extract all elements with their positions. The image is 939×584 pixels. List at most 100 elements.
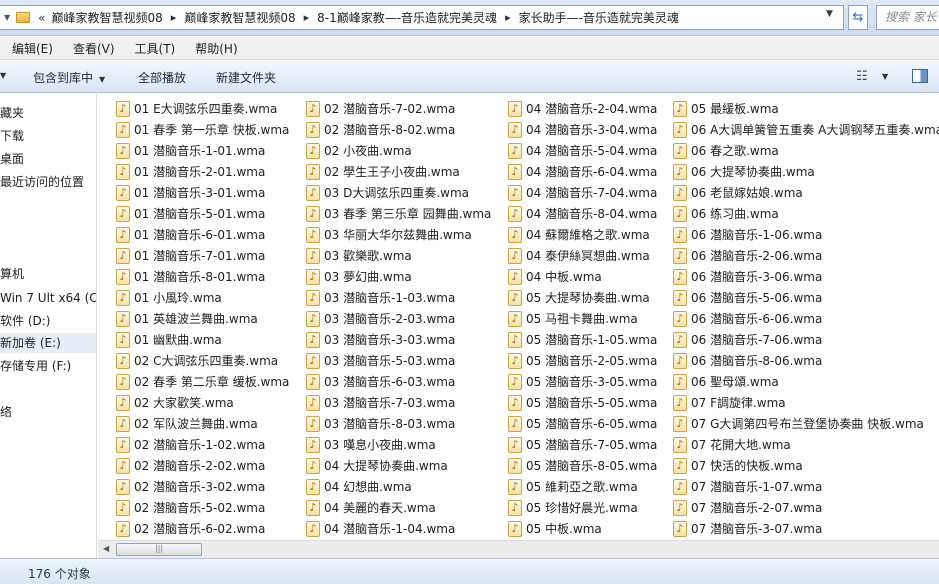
file-item[interactable]: ♪ 01 潜脑音乐-6-01.wma	[116, 224, 289, 245]
preview-pane-icon[interactable]	[912, 69, 928, 83]
horizontal-scrollbar[interactable]: ◀ |||	[98, 540, 939, 558]
file-item[interactable]: ♪ 06 练习曲.wma	[673, 203, 939, 224]
scroll-left-icon[interactable]: ◀	[103, 544, 109, 553]
nav-drive-d[interactable]: 软件 (D:)	[0, 311, 50, 331]
file-item[interactable]: ♪ 02 小夜曲.wma	[306, 140, 491, 161]
include-in-library-button[interactable]: 包含到库中 ▼	[33, 69, 105, 86]
file-item[interactable]: ♪ 07 花開大地.wma	[673, 434, 939, 455]
file-item[interactable]: ♪ 06 潜脑音乐-7-06.wma	[673, 329, 939, 350]
nav-drive-e[interactable]: 新加卷 (E:)	[0, 333, 96, 353]
nav-network[interactable]: 络	[0, 402, 12, 422]
file-item[interactable]: ♪ 03 潜脑音乐-1-03.wma	[306, 287, 491, 308]
file-item[interactable]: ♪ 03 夢幻曲.wma	[306, 266, 491, 287]
file-item[interactable]: ♪ 06 老鼠嫁姑娘.wma	[673, 182, 939, 203]
file-item[interactable]: ♪ 03 华丽大华尔兹舞曲.wma	[306, 224, 491, 245]
file-item[interactable]: ♪ 06 春之歌.wma	[673, 140, 939, 161]
file-item[interactable]: ♪ 04 潜脑音乐-8-04.wma	[508, 203, 657, 224]
file-item[interactable]: ♪ 06 潜脑音乐-1-06.wma	[673, 224, 939, 245]
file-item[interactable]: ♪ 02 潜脑音乐-3-02.wma	[116, 476, 289, 497]
views-dropdown-icon[interactable]: ▼	[882, 72, 888, 81]
file-item[interactable]: ♪ 07 G大调第四号布兰登堡协奏曲 快板.wma	[673, 413, 939, 434]
file-item[interactable]: ♪ 05 潜脑音乐-8-05.wma	[508, 455, 657, 476]
file-item[interactable]: ♪ 04 美麗的春天.wma	[306, 497, 491, 518]
file-item[interactable]: ♪ 04 潜脑音乐-3-04.wma	[508, 119, 657, 140]
breadcrumb-separator-icon[interactable]: ▸	[296, 11, 318, 24]
file-item[interactable]: ♪ 02 潜脑音乐-2-02.wma	[116, 455, 289, 476]
file-item[interactable]: ♪ 02 C大调弦乐四重奏.wma	[116, 350, 289, 371]
file-item[interactable]: ♪ 01 E大调弦乐四重奏.wma	[116, 98, 289, 119]
file-item[interactable]: ♪ 06 大提琴协奏曲.wma	[673, 161, 939, 182]
file-item[interactable]: ♪ 02 學生王子小夜曲.wma	[306, 161, 491, 182]
file-item[interactable]: ♪ 03 D大调弦乐四重奏.wma	[306, 182, 491, 203]
file-item[interactable]: ♪ 05 潜脑音乐-3-05.wma	[508, 371, 657, 392]
file-item[interactable]: ♪ 04 潜脑音乐-5-04.wma	[508, 140, 657, 161]
breadcrumb-separator-icon[interactable]: ▸	[163, 11, 185, 24]
file-item[interactable]: ♪ 04 潜脑音乐-6-04.wma	[508, 161, 657, 182]
new-folder-button[interactable]: 新建文件夹	[216, 69, 276, 86]
file-item[interactable]: ♪ 06 聖母頌.wma	[673, 371, 939, 392]
menu-view[interactable]: 查看(V)	[61, 40, 123, 57]
file-item[interactable]: ♪ 03 潜脑音乐-7-03.wma	[306, 392, 491, 413]
nav-computer[interactable]: 算机	[0, 264, 24, 284]
file-item[interactable]: ♪ 05 最緩板.wma	[673, 98, 939, 119]
file-item[interactable]: ♪ 04 大提琴协奏曲.wma	[306, 455, 491, 476]
breadcrumb-separator-icon[interactable]: ▸	[497, 11, 519, 24]
file-item[interactable]: ♪ 06 潜脑音乐-3-06.wma	[673, 266, 939, 287]
file-item[interactable]: ♪ 01 春季 第一乐章 快板.wma	[116, 119, 289, 140]
file-item[interactable]: ♪ 06 潜脑音乐-8-06.wma	[673, 350, 939, 371]
file-item[interactable]: ♪ 07 F調旋律.wma	[673, 392, 939, 413]
file-item[interactable]: ♪ 05 潜脑音乐-1-05.wma	[508, 329, 657, 350]
file-item[interactable]: ♪ 04 潜脑音乐-1-04.wma	[306, 518, 491, 539]
file-item[interactable]: ♪ 05 維莉亞之歌.wma	[508, 476, 657, 497]
menu-help[interactable]: 帮助(H)	[183, 40, 245, 57]
file-item[interactable]: ♪ 04 潜脑音乐-2-04.wma	[508, 98, 657, 119]
file-item[interactable]: ♪ 02 潜脑音乐-1-02.wma	[116, 434, 289, 455]
menu-edit[interactable]: 编辑(E)	[0, 40, 61, 57]
file-item[interactable]: ♪ 02 军队波兰舞曲.wma	[116, 413, 289, 434]
file-item[interactable]: ♪ 01 幽默曲.wma	[116, 329, 289, 350]
breadcrumb-item[interactable]: 巅峰家教智慧视频08	[184, 9, 295, 26]
file-item[interactable]: ♪ 06 A大调单簧管五重奏 A大调钢琴五重奏.wma	[673, 119, 939, 140]
file-item[interactable]: ♪ 04 潜脑音乐-7-04.wma	[508, 182, 657, 203]
file-item[interactable]: ♪ 07 潜脑音乐-3-07.wma	[673, 518, 939, 539]
file-item[interactable]: ♪ 05 潜脑音乐-5-05.wma	[508, 392, 657, 413]
file-item[interactable]: ♪ 01 小風玲.wma	[116, 287, 289, 308]
file-item[interactable]: ♪ 02 春季 第二乐章 缓板.wma	[116, 371, 289, 392]
file-item[interactable]: ♪ 03 潜脑音乐-6-03.wma	[306, 371, 491, 392]
file-item[interactable]: ♪ 05 大提琴协奏曲.wma	[508, 287, 657, 308]
file-item[interactable]: ♪ 05 潜脑音乐-7-05.wma	[508, 434, 657, 455]
file-item[interactable]: ♪ 05 珍惜好晨光.wma	[508, 497, 657, 518]
organize-caret-icon[interactable]: ▼	[0, 71, 6, 80]
views-icon[interactable]: ☷	[856, 69, 868, 84]
file-item[interactable]: ♪ 01 潜脑音乐-1-01.wma	[116, 140, 289, 161]
scrollbar-thumb[interactable]: |||	[116, 543, 202, 556]
file-item[interactable]: ♪ 03 嘆息小夜曲.wma	[306, 434, 491, 455]
file-item[interactable]: ♪ 03 歡樂歌.wma	[306, 245, 491, 266]
file-item[interactable]: ♪ 03 潜脑音乐-8-03.wma	[306, 413, 491, 434]
file-item[interactable]: ♪ 01 潜脑音乐-7-01.wma	[116, 245, 289, 266]
file-item[interactable]: ♪ 01 英雄波兰舞曲.wma	[116, 308, 289, 329]
file-item[interactable]: ♪ 01 潜脑音乐-8-01.wma	[116, 266, 289, 287]
file-item[interactable]: ♪ 07 潜脑音乐-2-07.wma	[673, 497, 939, 518]
search-input[interactable]: 搜索 家长	[876, 5, 939, 30]
nav-favorites[interactable]: 藏夹	[0, 103, 24, 123]
play-all-button[interactable]: 全部播放	[138, 69, 186, 86]
file-item[interactable]: ♪ 04 泰伊絲冥想曲.wma	[508, 245, 657, 266]
breadcrumb-item[interactable]: 家长助手—-音乐造就完美灵魂	[519, 9, 679, 26]
breadcrumb-item[interactable]: 巅峰家教智慧视频08	[52, 9, 163, 26]
file-item[interactable]: ♪ 02 大家歡笑.wma	[116, 392, 289, 413]
file-item[interactable]: ♪ 06 潜脑音乐-2-06.wma	[673, 245, 939, 266]
nav-drive-f[interactable]: 存储专用 (F:)	[0, 356, 71, 376]
menu-tools[interactable]: 工具(T)	[123, 40, 184, 57]
file-item[interactable]: ♪ 01 潜脑音乐-2-01.wma	[116, 161, 289, 182]
file-item[interactable]: ♪ 03 春季 第三乐章 园舞曲.wma	[306, 203, 491, 224]
file-item[interactable]: ♪ 01 潜脑音乐-5-01.wma	[116, 203, 289, 224]
address-menu-arrow-icon[interactable]: ▼	[0, 13, 14, 22]
file-item[interactable]: ♪ 05 潜脑音乐-2-05.wma	[508, 350, 657, 371]
breadcrumb-overflow[interactable]: «	[34, 11, 51, 25]
file-item[interactable]: ♪ 03 潜脑音乐-5-03.wma	[306, 350, 491, 371]
file-item[interactable]: ♪ 03 潜脑音乐-3-03.wma	[306, 329, 491, 350]
refresh-button[interactable]: ⇆	[848, 5, 868, 30]
file-item[interactable]: ♪ 02 潜脑音乐-6-02.wma	[116, 518, 289, 539]
file-item[interactable]: ♪ 04 蘇爾維格之歌.wma	[508, 224, 657, 245]
